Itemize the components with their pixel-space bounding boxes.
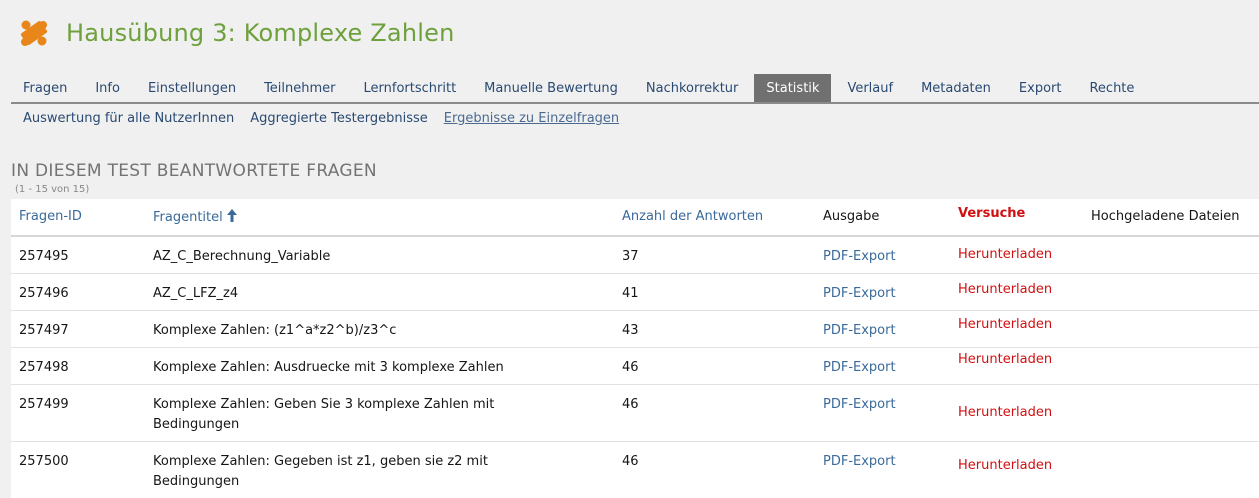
tab-verlauf[interactable]: Verlauf	[835, 74, 905, 102]
question-id: 257499	[19, 397, 69, 412]
pdf-export-link[interactable]: PDF-Export	[823, 452, 896, 472]
tab-fragen[interactable]: Fragen	[11, 74, 79, 102]
subtab-einzelfragen[interactable]: Ergebnisse zu Einzelfragen	[444, 111, 619, 126]
tab-lernfortschritt[interactable]: Lernfortschritt	[352, 74, 469, 102]
table-row: 257497 Komplexe Zahlen: (z1^a*z2^b)/z3^c…	[11, 311, 1259, 348]
question-title: Komplexe Zahlen: Ausdruecke mit 3 komple…	[153, 360, 504, 375]
result-range: (1 - 15 von 15)	[15, 184, 90, 195]
question-title: Komplexe Zahlen: Geben Sie 3 komplexe Za…	[153, 397, 495, 432]
table-row: 257500 Komplexe Zahlen: Gegeben ist z1, …	[11, 442, 1259, 498]
tab-rechte[interactable]: Rechte	[1077, 74, 1146, 102]
tab-einstellungen[interactable]: Einstellungen	[136, 74, 248, 102]
table-row: 257495 AZ_C_Berechnung_Variable 37 PDF-E…	[11, 237, 1259, 274]
column-header-title[interactable]: Fragentitel	[153, 209, 237, 225]
pdf-export-link[interactable]: PDF-Export	[823, 247, 896, 267]
answer-count: 46	[622, 397, 639, 412]
answer-count: 41	[622, 286, 639, 301]
question-id: 257495	[19, 249, 69, 264]
tab-teilnehmer[interactable]: Teilnehmer	[252, 74, 347, 102]
tab-metadaten[interactable]: Metadaten	[909, 74, 1003, 102]
tab-statistik[interactable]: Statistik	[754, 74, 832, 102]
answer-count: 37	[622, 249, 639, 264]
puzzle-icon	[20, 20, 48, 46]
column-header-uploads: Hochgeladene Dateien	[1091, 209, 1240, 224]
tab-manuelle-bewertung[interactable]: Manuelle Bewertung	[472, 74, 630, 102]
pdf-export-link[interactable]: PDF-Export	[823, 321, 896, 341]
answer-count: 43	[622, 323, 639, 338]
question-title: Komplexe Zahlen: (z1^a*z2^b)/z3^c	[153, 323, 397, 338]
sub-tabs: Auswertung für alle NutzerInnen Aggregie…	[23, 111, 635, 126]
tab-export[interactable]: Export	[1007, 74, 1074, 102]
section-title: IN DIESEM TEST BEANTWORTETE FRAGEN	[11, 161, 377, 181]
download-link[interactable]: Herunterladen	[958, 245, 1052, 265]
download-link[interactable]: Herunterladen	[958, 456, 1052, 476]
table-header: Fragen-ID Fragentitel Anzahl der Antwort…	[11, 199, 1259, 237]
page-title: Hausübung 3: Komplexe Zahlen	[66, 19, 455, 47]
pdf-export-link[interactable]: PDF-Export	[823, 358, 896, 378]
download-link[interactable]: Herunterladen	[958, 403, 1052, 423]
download-link[interactable]: Herunterladen	[958, 315, 1052, 335]
answer-count: 46	[622, 360, 639, 375]
questions-table: Fragen-ID Fragentitel Anzahl der Antwort…	[11, 199, 1259, 498]
question-title: AZ_C_Berechnung_Variable	[153, 249, 331, 264]
tab-info[interactable]: Info	[83, 74, 132, 102]
question-title: AZ_C_LFZ_z4	[153, 286, 239, 301]
pdf-export-link[interactable]: PDF-Export	[823, 284, 896, 304]
pdf-export-link[interactable]: PDF-Export	[823, 395, 896, 415]
question-id: 257500	[19, 454, 69, 469]
column-header-title-label: Fragentitel	[153, 210, 223, 225]
answer-count: 46	[622, 454, 639, 469]
subtab-aggregierte-ergebnisse[interactable]: Aggregierte Testergebnisse	[250, 111, 428, 126]
sort-ascending-icon	[226, 209, 237, 222]
column-header-id[interactable]: Fragen-ID	[19, 209, 82, 224]
table-row: 257496 AZ_C_LFZ_z4 41 PDF-Export Herunte…	[11, 274, 1259, 311]
column-header-answers[interactable]: Anzahl der Antworten	[622, 209, 763, 224]
page-header: Hausübung 3: Komplexe Zahlen	[17, 16, 455, 50]
tab-nachkorrektur[interactable]: Nachkorrektur	[634, 74, 750, 102]
subtab-auswertung-alle[interactable]: Auswertung für alle NutzerInnen	[23, 111, 234, 126]
main-tabs: Fragen Info Einstellungen Teilnehmer Ler…	[11, 74, 1259, 104]
question-id: 257496	[19, 286, 69, 301]
column-header-output: Ausgabe	[823, 209, 880, 224]
question-id: 257498	[19, 360, 69, 375]
question-id: 257497	[19, 323, 69, 338]
column-header-attempts: Versuche	[958, 206, 1026, 221]
table-row: 257498 Komplexe Zahlen: Ausdruecke mit 3…	[11, 348, 1259, 385]
download-link[interactable]: Herunterladen	[958, 350, 1052, 370]
question-title: Komplexe Zahlen: Gegeben ist z1, geben s…	[153, 454, 488, 489]
download-link[interactable]: Herunterladen	[958, 280, 1052, 300]
table-row: 257499 Komplexe Zahlen: Geben Sie 3 komp…	[11, 385, 1259, 442]
page: Hausübung 3: Komplexe Zahlen Fragen Info…	[0, 0, 1259, 498]
